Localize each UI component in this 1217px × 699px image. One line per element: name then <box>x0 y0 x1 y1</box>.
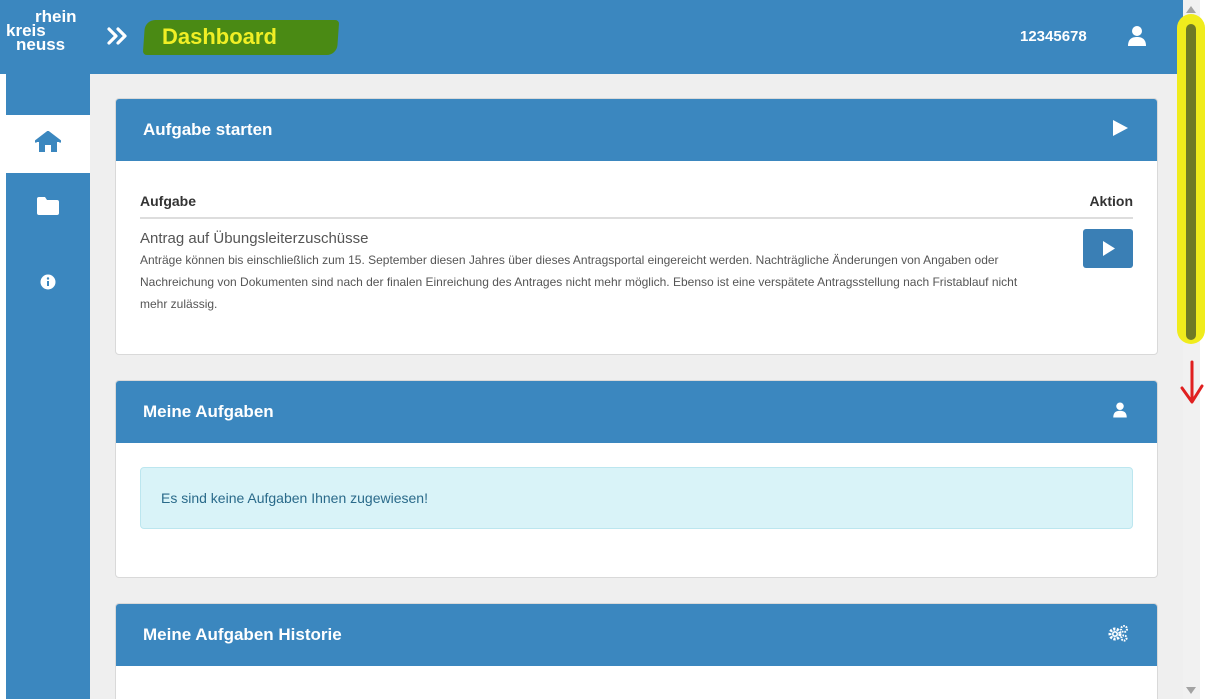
my-tasks-card: Meine Aufgaben Es sind keine Aufgaben Ih… <box>115 380 1158 578</box>
folder-icon <box>36 196 60 221</box>
task-name: Antrag auf Übungsleiterzuschüsse <box>140 230 369 247</box>
table-row: Antrag auf Übungsleiterzuschüsse Anträge… <box>140 218 1133 315</box>
gears-icon <box>1107 624 1129 647</box>
table-header-row: Aufgabe Aktion <box>140 181 1133 219</box>
down-arrow-annotation-icon <box>1179 360 1205 411</box>
user-icon <box>1111 401 1129 424</box>
sidebar-item-info[interactable] <box>6 255 90 313</box>
task-table: Aufgabe Aktion Antrag auf Übungsleiterzu… <box>140 181 1133 315</box>
expand-sidebar-icon[interactable] <box>107 20 131 50</box>
info-icon <box>40 274 56 295</box>
my-tasks-title: Meine Aufgaben <box>143 402 274 421</box>
play-icon[interactable] <box>1111 119 1129 142</box>
column-header-task: Aufgabe <box>140 181 1073 219</box>
start-task-body: Aufgabe Aktion Antrag auf Übungsleiterzu… <box>116 161 1157 315</box>
start-task-button[interactable] <box>1083 229 1133 268</box>
scroll-up-arrow-icon[interactable] <box>1186 6 1196 13</box>
empty-tasks-alert: Es sind keine Aufgaben Ihnen zugewiesen! <box>140 467 1133 529</box>
my-tasks-header: Meine Aufgaben <box>116 381 1157 443</box>
user-icon[interactable] <box>1125 25 1149 47</box>
home-icon <box>34 129 62 158</box>
start-task-title: Aufgabe starten <box>143 120 273 139</box>
history-title: Meine Aufgaben Historie <box>143 625 342 644</box>
task-description: Anträge können bis einschließlich zum 15… <box>140 253 1018 311</box>
history-header: Meine Aufgaben Historie <box>116 604 1157 666</box>
start-task-header: Aufgabe starten <box>116 99 1157 161</box>
sidebar <box>6 74 90 699</box>
page-title: Dashboard <box>162 24 277 49</box>
logo-line-3: neuss <box>16 35 66 54</box>
logo[interactable]: rhein kreis neuss <box>6 8 88 70</box>
start-task-card: Aufgabe starten Aufgabe Aktion Antrag au… <box>115 98 1158 355</box>
sidebar-item-home[interactable] <box>6 115 90 173</box>
scroll-down-arrow-icon[interactable] <box>1186 687 1196 694</box>
column-header-action: Aktion <box>1073 181 1133 219</box>
user-id: 12345678 <box>1020 28 1087 45</box>
scrollbar-thumb[interactable] <box>1186 24 1196 340</box>
history-card: Meine Aufgaben Historie <box>115 603 1158 699</box>
top-bar: rhein kreis neuss Dashboard 12345678 <box>0 0 1183 74</box>
sidebar-item-files[interactable] <box>6 179 90 237</box>
